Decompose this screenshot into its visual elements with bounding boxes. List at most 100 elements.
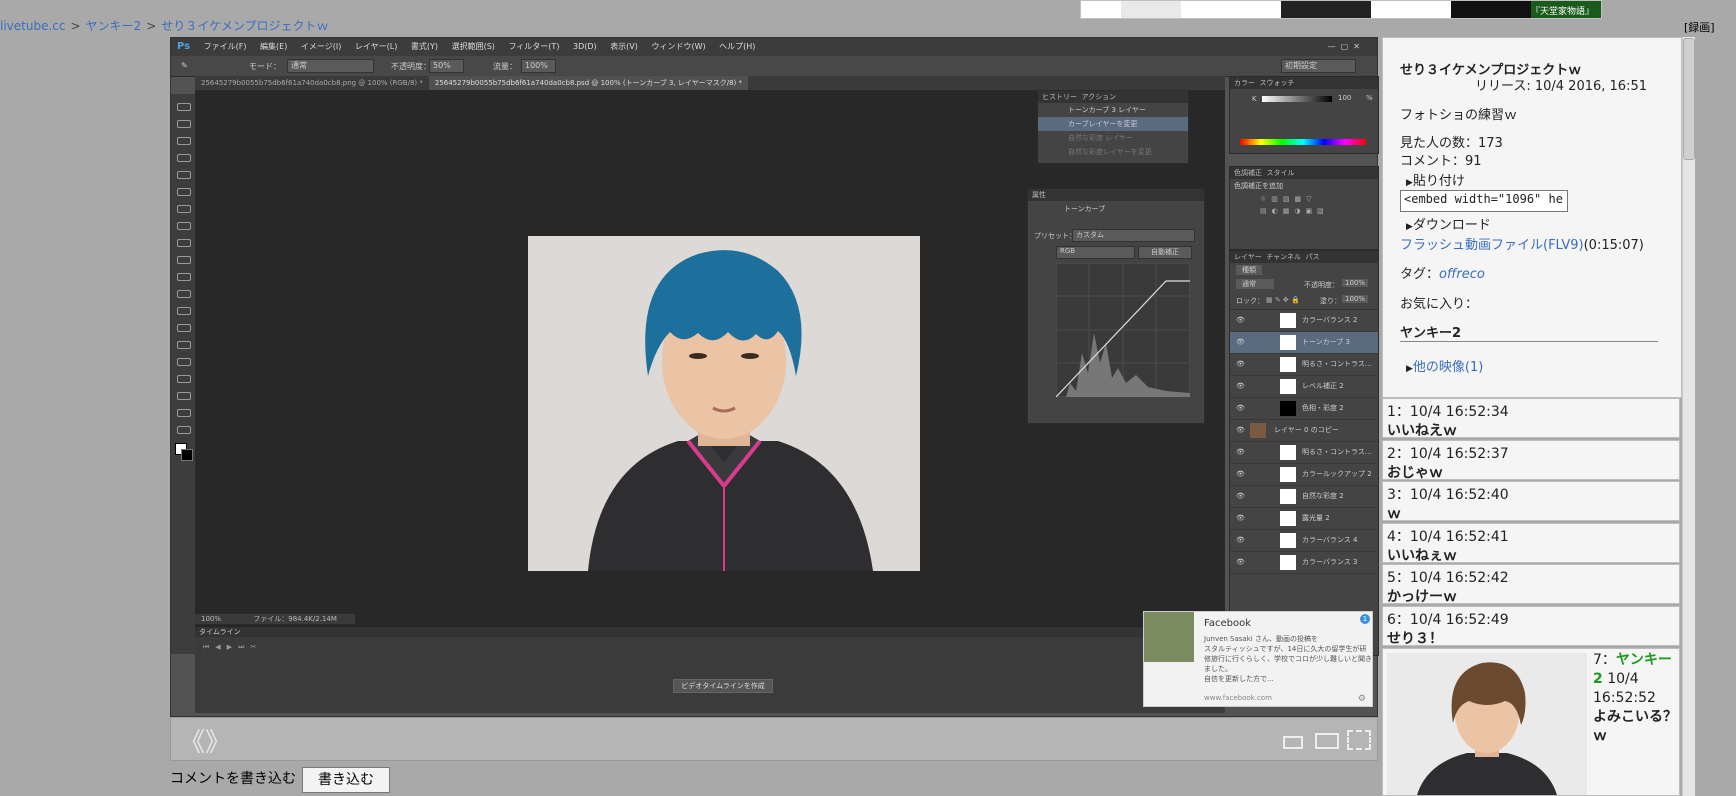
history-item: 自然な彩度レイヤーを変更 (1068, 148, 1152, 156)
layer-row: 👁 カラールックアップ 2 (1230, 464, 1378, 486)
triangle-right-icon: ▶ (1406, 364, 1413, 374)
background-color-swatch (181, 449, 193, 461)
zoom-tool-icon (177, 426, 191, 434)
status-zoom: 100% (201, 615, 222, 623)
player-controls: 《 》 (170, 717, 1378, 761)
k-value: 100 (1338, 94, 1352, 102)
record-link[interactable]: [録画] (1684, 19, 1715, 35)
properties-subtitle: トーンカーブ (1064, 205, 1106, 213)
comment7-body: よみこいる？ｗ (1593, 709, 1677, 744)
fullscreen-icon[interactable] (1347, 730, 1371, 750)
layer-row: 👁 色相・彩度 2 (1230, 398, 1378, 420)
eye-icon: 👁 (1236, 470, 1245, 478)
small-view-icon[interactable] (1283, 736, 1303, 749)
channel-select: RGB (1056, 246, 1135, 259)
next-button[interactable]: 》 (205, 722, 231, 759)
download-toggle[interactable]: ▶ダウンロード (1406, 214, 1491, 233)
portrait-image (528, 236, 920, 571)
tag-link[interactable]: offreco (1439, 267, 1485, 282)
ps-properties-panel: 属性 トーンカーブ プリセット： カスタム RGB 自動補正 (1027, 188, 1205, 424)
timeline-title: タイムライン (195, 627, 1225, 637)
history-panel-tabs: ヒストリー アクション (1038, 91, 1188, 103)
breadcrumb-site-link[interactable]: livetube.cc (0, 19, 65, 33)
create-video-timeline-button: ビデオタイムラインを作成 (673, 679, 773, 693)
ps-document-tabs: 25645279b0055b75db6f61a740da0cb8.png @ 1… (195, 76, 1225, 90)
flash-video-link[interactable]: フラッシュ動画ファイル(FLV9) (1400, 238, 1584, 253)
owner-name: ヤンキー2 (1400, 322, 1658, 342)
color-spectrum (1240, 139, 1366, 145)
blur-tool-icon (177, 307, 191, 315)
flash-download: フラッシュ動画ファイル(FLV9)(0:15:07) (1400, 234, 1644, 253)
top-banner-ad[interactable]: 『天堂家物語』 (1080, 0, 1602, 19)
comment-item: 1：10/4 16:52:34 いいねえｗ (1382, 398, 1680, 439)
layer-row: 👁 明るさ・コントラス... (1230, 442, 1378, 464)
facebook-notification[interactable]: Facebook Junven Sasaki さん、動画の投稿を スタルティッシ… (1143, 611, 1373, 707)
comment-item-with-image: 7：ヤンキー2 10/4 16:52:52 よみこいる？ｗ (1382, 648, 1680, 796)
layer-opacity-value: 100% (1342, 279, 1369, 287)
other-videos-toggle[interactable]: ▶他の映像(1) (1406, 356, 1483, 375)
properties-title: 属性 (1028, 189, 1204, 201)
ps-workspace-select: 初期設定 (1281, 59, 1356, 73)
layers-tabs: レイヤー チャンネル パス (1230, 251, 1378, 263)
type-tool-icon (177, 358, 191, 366)
breadcrumb-separator: > (70, 19, 81, 33)
adjustments-tabs: 色調補正 スタイル (1230, 167, 1378, 179)
healing-tool-icon (177, 205, 191, 213)
crop-tool-icon (177, 171, 191, 179)
flash-duration: (0:15:07) (1583, 238, 1644, 253)
lock-icons: ▦ ✎ ✥ 🔒 (1266, 296, 1300, 304)
ps-menu-select: 選択範囲(S) (451, 42, 495, 51)
notification-thumbnail (1144, 612, 1194, 662)
embed-code-input[interactable]: <embed width="1096" he (1400, 190, 1568, 212)
layer-opacity-label: 不透明度： (1304, 281, 1339, 289)
breadcrumb: livetube.cc > ヤンキー2 > せり３イケメンプロジェクトｗ (0, 17, 329, 34)
ps-menu-window: ウィンドウ(W) (651, 42, 706, 51)
large-view-icon[interactable] (1315, 733, 1339, 749)
ps-menubar: Ps ファイル(F) 編集(E) イメージ(I) レイヤー(L) 書式(Y) 選… (171, 38, 1377, 56)
release-date: リリース: 10/4 2016, 16:51 (1475, 79, 1647, 94)
preset-label: プリセット： (1034, 232, 1076, 240)
notification-title: Facebook (1204, 618, 1251, 629)
prev-button[interactable]: 《 (179, 722, 205, 759)
paste-toggle[interactable]: ▶貼り付け (1406, 170, 1465, 189)
dodge-tool-icon (177, 324, 191, 332)
layer-row: 👁 露光量 2 (1230, 508, 1378, 530)
other-videos-link[interactable]: 他の映像(1) (1413, 360, 1483, 375)
eye-icon: 👁 (1236, 448, 1245, 456)
ps-history-panel: ヒストリー アクション トーンカーブ 3 レイヤー カーブレイヤーを変更 自然な… (1037, 90, 1189, 164)
adjustment-icons: ☼▥▨▩▽ (1260, 195, 1317, 203)
ps-menu-view: 表示(V) (610, 42, 638, 51)
fill-label: 塗り： (1320, 297, 1341, 305)
layer-row-selected: 👁 トーンカーブ 3 (1230, 332, 1378, 354)
layer-row: 👁 レベル補正 2 (1230, 376, 1378, 398)
page-scrollbar-thumb[interactable] (1683, 38, 1695, 160)
breadcrumb-user-link[interactable]: ヤンキー2 (86, 19, 142, 33)
comment7-time: 10/4 16:52:52 (1593, 671, 1656, 706)
gear-icon[interactable]: ⚙ (1358, 694, 1366, 704)
comment-list: 1：10/4 16:52:34 いいねえｗ 2：10/4 16:52:37 おじゃｗ… (1382, 398, 1680, 796)
comment7-text: 7：ヤンキー2 10/4 16:52:52 よみこいる？ｗ (1593, 651, 1677, 746)
ps-flow-label: 流量： (493, 62, 517, 71)
favorites-label: お気に入り： (1400, 297, 1479, 312)
eye-icon: 👁 (1236, 426, 1245, 434)
ps-tab: 25645279b0055b75db6f61a740da0cb8.png @ 1… (201, 79, 423, 87)
notification-url: www.facebook.com (1204, 694, 1272, 702)
comment-write-label: コメントを書き込む (170, 771, 296, 787)
stamp-tool-icon (177, 239, 191, 247)
layers-filter-row: 種類 (1230, 263, 1378, 277)
layers-blend-row: 通常 不透明度： 100% (1230, 277, 1378, 293)
ps-color-panel: カラー スウォッチ K 100 % (1229, 76, 1379, 154)
layer-row: 👁 自然な彩度 2 (1230, 486, 1378, 508)
eraser-tool-icon (177, 273, 191, 281)
history-brush-tool-icon (177, 256, 191, 264)
ps-menu-layer: レイヤー(L) (354, 42, 398, 51)
notification-body: Junven Sasaki さん、動画の投稿を スタルティッシュですが、14日に… (1204, 635, 1372, 683)
layer-row: 👁 明るさ・コントラス... (1230, 354, 1378, 376)
k-slider (1262, 96, 1332, 102)
breadcrumb-video-link[interactable]: せり３イケメンプロジェクトｗ (161, 19, 328, 33)
write-comment-button[interactable]: 書き込む (302, 767, 390, 793)
eye-icon: 👁 (1236, 404, 1245, 412)
path-select-tool-icon (177, 375, 191, 383)
ps-menu-3d: 3D(D) (572, 42, 597, 51)
layer-blend-select: 通常 (1236, 279, 1274, 289)
